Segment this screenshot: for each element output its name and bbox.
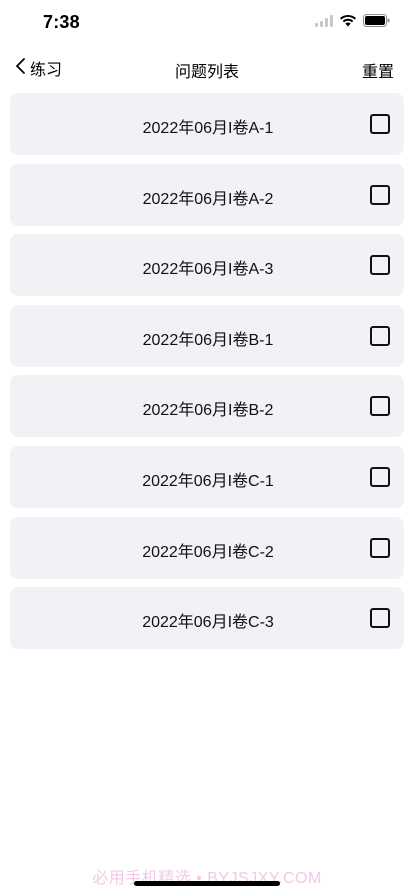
list-item[interactable]: 2022年06月I卷B-1 [10, 304, 404, 367]
navigation-bar: 练习 问题列表 重置 [0, 46, 414, 90]
question-label: 2022年06月I卷A-3 [142, 261, 274, 279]
status-time: 7:38 [43, 12, 80, 32]
home-indicator[interactable] [134, 881, 280, 886]
question-label: 2022年06月I卷C-2 [142, 543, 274, 561]
reset-button[interactable]: 重置 [362, 58, 394, 82]
checkbox[interactable] [370, 537, 390, 558]
list-item[interactable]: 2022年06月I卷A-1 [10, 93, 404, 155]
list-item[interactable]: 2022年06月I卷A-3 [10, 234, 404, 297]
list-item[interactable]: 2022年06月I卷B-2 [10, 375, 404, 438]
question-label: 2022年06月I卷B-1 [142, 331, 274, 349]
checkbox[interactable] [370, 466, 390, 487]
list-item[interactable]: 2022年06月I卷C-3 [10, 587, 404, 650]
checkbox[interactable] [370, 255, 390, 276]
status-icons [315, 14, 390, 27]
checkbox[interactable] [370, 396, 390, 417]
checkbox[interactable] [370, 184, 390, 205]
question-label: 2022年06月I卷B-2 [142, 402, 274, 420]
question-label: 2022年06月I卷C-3 [142, 614, 274, 632]
page-title: 问题列表 [174, 64, 239, 81]
signal-icon [315, 14, 333, 27]
status-bar: 7:38 [0, 0, 414, 46]
wifi-icon [339, 14, 357, 27]
checkbox[interactable] [370, 114, 390, 134]
question-label: 2022年06月I卷A-1 [142, 120, 274, 137]
question-label: 2022年06月I卷C-1 [142, 472, 274, 490]
list-item[interactable]: 2022年06月I卷C-1 [10, 445, 404, 508]
screen: 7:38 练习 问题列表 重置 2022年06月I卷A-1 2022年06月I卷… [0, 0, 414, 896]
list-item[interactable]: 2022年06月I卷C-2 [10, 516, 404, 579]
checkbox[interactable] [370, 608, 390, 629]
list-item[interactable]: 2022年06月I卷A-2 [10, 163, 404, 226]
question-list: 2022年06月I卷A-1 2022年06月I卷A-2 2022年06月I卷A-… [10, 93, 404, 658]
checkbox[interactable] [370, 325, 390, 346]
question-label: 2022年06月I卷A-2 [142, 190, 274, 208]
battery-icon [363, 14, 390, 27]
